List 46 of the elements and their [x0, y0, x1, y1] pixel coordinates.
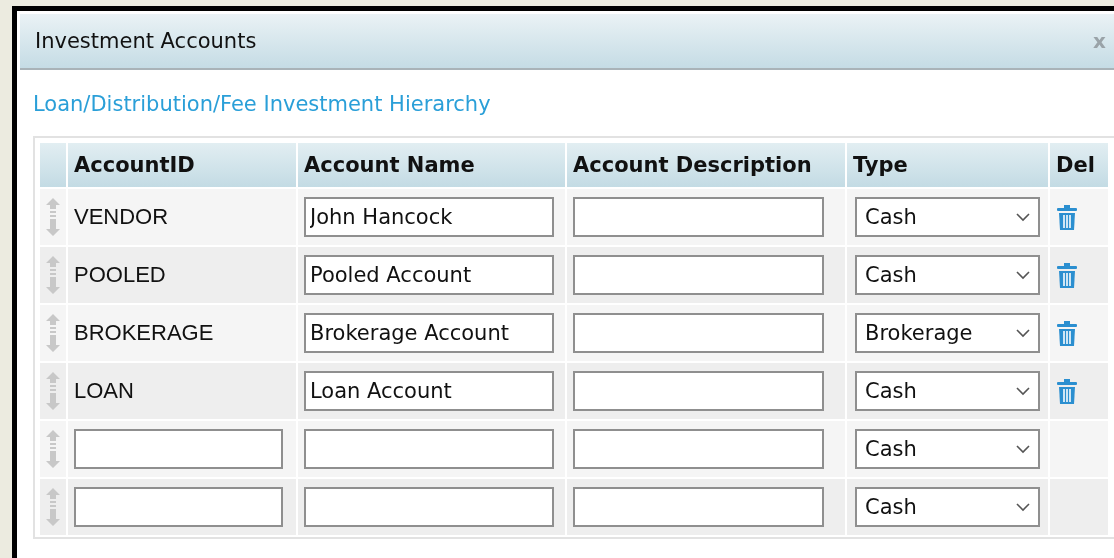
- drag-handle-icon[interactable]: [45, 256, 61, 294]
- account-name-field[interactable]: Pooled Account: [304, 255, 554, 295]
- column-header: Type: [847, 143, 1048, 187]
- account-id: BROKERAGE: [74, 320, 214, 345]
- drag-handle-icon[interactable]: [45, 198, 61, 236]
- trash-icon[interactable]: [1056, 262, 1078, 288]
- column-header: AccountID: [68, 143, 296, 187]
- drag-handle-icon[interactable]: [45, 372, 61, 410]
- chevron-down-icon: [1016, 502, 1030, 512]
- account-id: LOAN: [74, 378, 134, 403]
- trash-icon[interactable]: [1056, 320, 1078, 346]
- trash-icon[interactable]: [1056, 378, 1078, 404]
- description-field[interactable]: [573, 371, 824, 411]
- description-field[interactable]: [573, 487, 824, 527]
- type-dropdown[interactable]: Cash: [855, 429, 1040, 469]
- account-name-field[interactable]: Brokerage Account: [304, 313, 554, 353]
- column-header: Del: [1050, 143, 1108, 187]
- chevron-down-icon: [1016, 444, 1030, 454]
- description-field[interactable]: [573, 429, 824, 469]
- account-name-field[interactable]: [304, 429, 554, 469]
- column-header: Account Description: [567, 143, 845, 187]
- chevron-down-icon: [1016, 328, 1030, 338]
- column-header: Account Name: [298, 143, 565, 187]
- account-id-field[interactable]: [74, 429, 283, 469]
- type-dropdown[interactable]: Brokerage: [855, 313, 1040, 353]
- type-dropdown[interactable]: Cash: [855, 255, 1040, 295]
- drag-handle-icon[interactable]: [45, 314, 61, 352]
- chevron-down-icon: [1016, 386, 1030, 396]
- type-dropdown[interactable]: Cash: [855, 197, 1040, 237]
- trash-icon[interactable]: [1056, 204, 1078, 230]
- description-field[interactable]: [573, 197, 824, 237]
- account-id-field[interactable]: [74, 487, 283, 527]
- description-field[interactable]: [573, 255, 824, 295]
- account-name-field[interactable]: Loan Account: [304, 371, 554, 411]
- type-dropdown[interactable]: Cash: [855, 487, 1040, 527]
- header-cell: [40, 143, 66, 187]
- drag-handle-icon[interactable]: [45, 488, 61, 526]
- type-dropdown[interactable]: Cash: [855, 371, 1040, 411]
- drag-handle-icon[interactable]: [45, 430, 61, 468]
- chevron-down-icon: [1016, 270, 1030, 280]
- account-name-field[interactable]: [304, 487, 554, 527]
- chevron-down-icon: [1016, 212, 1030, 222]
- description-field[interactable]: [573, 313, 824, 353]
- account-id: POOLED: [74, 262, 166, 287]
- account-id: VENDOR: [74, 204, 169, 229]
- window-title: Investment Accounts: [35, 29, 257, 53]
